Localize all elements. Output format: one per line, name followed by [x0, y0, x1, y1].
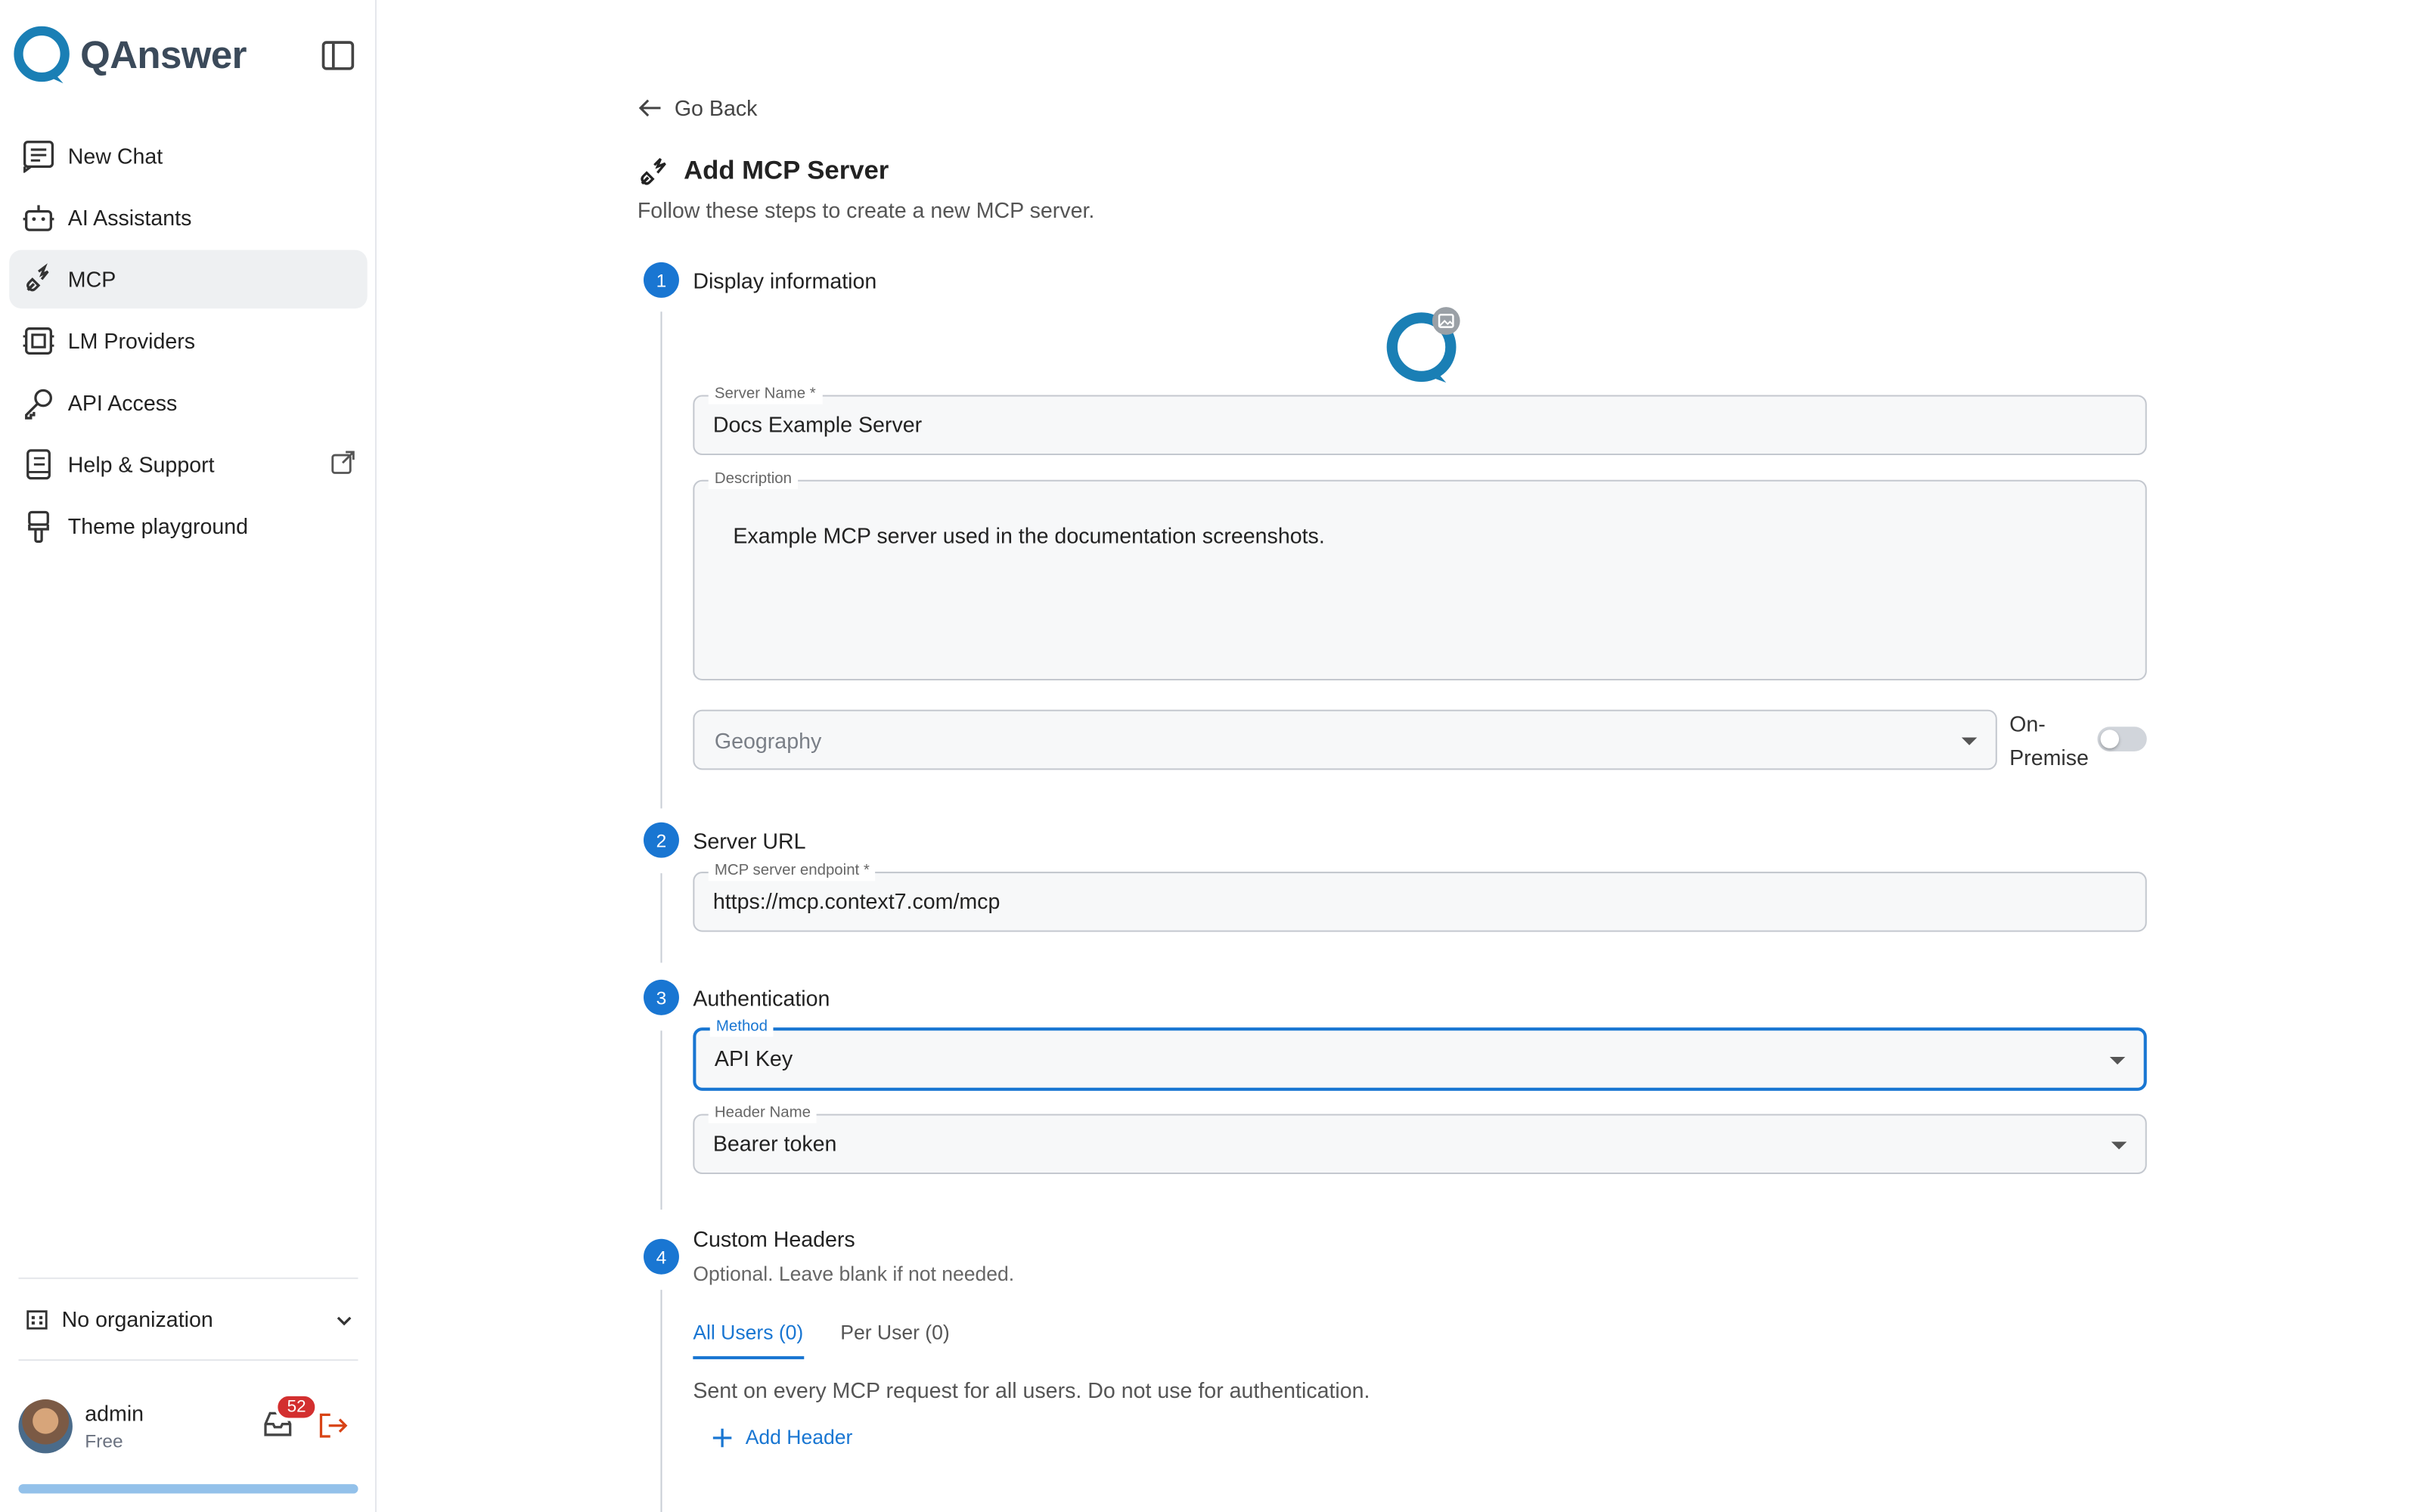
server-image-upload[interactable] — [1382, 305, 1465, 389]
page-header: Add MCP Server — [638, 154, 889, 188]
header-name-select[interactable]: Header Name Bearer token — [693, 1105, 2147, 1175]
sidebar-item-lm-providers[interactable]: LM Providers — [9, 311, 367, 370]
step-connector — [660, 311, 662, 809]
main-content: Go Back Add MCP Server Follow these step… — [378, 0, 2420, 1512]
sidebar-item-label: Help & Support — [67, 451, 215, 477]
sidebar-item-label: API Access — [67, 390, 178, 415]
usage-progress-fill — [18, 1484, 358, 1494]
sidebar-item-help-support[interactable]: Help & Support — [9, 435, 367, 494]
field-label: Method — [709, 1018, 774, 1037]
sidebar-item-label: New Chat — [67, 143, 163, 169]
server-name-field[interactable]: Server Name * Docs Example Server — [693, 386, 2147, 456]
qanswer-logo-icon — [14, 26, 70, 84]
sidebar-collapse-icon — [321, 41, 355, 70]
tab-per-user[interactable]: Per User (0) — [840, 1315, 949, 1359]
field-label: MCP server endpoint * — [708, 862, 876, 881]
sidebar-item-label: LM Providers — [67, 328, 196, 354]
server-url-value: https://mcp.context7.com/mcp — [712, 888, 1001, 914]
auth-method-select[interactable]: Method API Key — [693, 1018, 2147, 1091]
sidebar: QAnswer New Chat AI Assistants MCP LM Pr… — [0, 0, 377, 1512]
step-number: 2 — [644, 822, 679, 858]
step-label: Authentication — [693, 986, 830, 1011]
external-link-icon — [330, 451, 355, 480]
toggle-knob — [2100, 730, 2120, 748]
building-icon — [26, 1310, 48, 1330]
server-url-field[interactable]: MCP server endpoint * https://mcp.contex… — [693, 862, 2147, 932]
sidebar-nav: New Chat AI Assistants MCP LM Providers — [9, 126, 368, 558]
notification-badge: 52 — [275, 1393, 318, 1421]
caret-down-icon — [2109, 1056, 2126, 1065]
step-number: 3 — [644, 979, 679, 1015]
sidebar-item-ai-assistants[interactable]: AI Assistants — [9, 188, 367, 247]
avatar[interactable] — [18, 1398, 73, 1453]
robot-icon — [22, 200, 56, 234]
organization-selector[interactable]: No organization — [18, 1277, 358, 1361]
app-root: QAnswer New Chat AI Assistants MCP LM Pr… — [0, 0, 2420, 1512]
header-name-value: Bearer token — [712, 1130, 837, 1156]
field-label: Server Name * — [708, 386, 822, 404]
sidebar-toggle-button[interactable] — [321, 40, 358, 74]
custom-headers-tabs: All Users (0) Per User (0) — [693, 1315, 950, 1359]
server-name-value: Docs Example Server — [712, 411, 923, 437]
plug-icon — [641, 158, 666, 185]
edit-image-icon — [1432, 307, 1460, 335]
custom-headers-description: Sent on every MCP request for all users.… — [693, 1377, 1370, 1403]
add-header-button[interactable]: Add Header — [712, 1425, 853, 1449]
sidebar-item-theme-playground[interactable]: Theme playground — [9, 497, 367, 556]
page-title: Add MCP Server — [684, 156, 889, 185]
geography-placeholder: Geography — [714, 728, 822, 753]
plug-icon — [22, 262, 56, 296]
step-label: Display information — [693, 268, 877, 293]
sidebar-item-label: Theme playground — [67, 513, 249, 539]
brush-icon — [22, 509, 56, 543]
page-subtitle: Follow these steps to create a new MCP s… — [637, 197, 1095, 222]
arrow-left-icon — [638, 99, 661, 117]
step-number: 4 — [644, 1238, 679, 1275]
organization-name: No organization — [61, 1306, 213, 1332]
tab-all-users[interactable]: All Users (0) — [693, 1315, 803, 1359]
chat-icon — [22, 139, 56, 173]
sidebar-item-label: AI Assistants — [67, 205, 192, 231]
step-connector — [660, 1030, 662, 1210]
on-premise-toggle[interactable] — [2097, 727, 2147, 751]
add-header-label: Add Header — [745, 1425, 853, 1449]
brand-logo[interactable]: QAnswer — [12, 25, 247, 87]
on-premise-label-line: Premise — [2009, 745, 2089, 770]
chevron-down-icon — [334, 1310, 355, 1337]
step-label: Custom Headers — [693, 1226, 855, 1252]
auth-method-value: API Key — [714, 1046, 793, 1071]
sidebar-item-label: MCP — [67, 267, 116, 292]
on-premise-label: On- Premise — [2009, 707, 2089, 775]
geography-select[interactable]: Geography — [693, 709, 1997, 770]
plus-icon — [712, 1427, 732, 1447]
logout-icon[interactable] — [318, 1411, 349, 1447]
sidebar-item-mcp[interactable]: MCP — [9, 249, 368, 309]
brand-name: QAnswer — [80, 33, 247, 77]
caret-down-icon — [2111, 1142, 2127, 1150]
description-field[interactable]: Description Example MCP server used in t… — [693, 470, 2147, 680]
usage-progress-bar — [18, 1484, 358, 1494]
user-name: admin — [85, 1400, 144, 1425]
cpu-icon — [22, 324, 56, 358]
field-label: Header Name — [708, 1105, 818, 1123]
user-plan: Free — [85, 1429, 123, 1452]
step-connector — [660, 873, 662, 963]
step-number: 1 — [644, 262, 679, 298]
user-panel: admin Free 52 — [18, 1393, 358, 1457]
caret-down-icon — [1961, 737, 1978, 745]
on-premise-label-line: On- — [2009, 711, 2046, 736]
book-icon — [22, 448, 56, 482]
sidebar-item-new-chat[interactable]: New Chat — [9, 126, 367, 185]
sidebar-item-api-access[interactable]: API Access — [9, 373, 367, 432]
description-value: Example MCP server used in the documenta… — [733, 522, 1325, 548]
key-icon — [22, 386, 56, 420]
go-back-link[interactable]: Go Back — [638, 95, 758, 121]
go-back-label: Go Back — [674, 95, 758, 121]
step-hint: Optional. Leave blank if not needed. — [693, 1262, 1015, 1285]
step-label: Server URL — [693, 828, 806, 854]
step-connector — [660, 1290, 662, 1512]
field-label: Description — [708, 470, 799, 489]
